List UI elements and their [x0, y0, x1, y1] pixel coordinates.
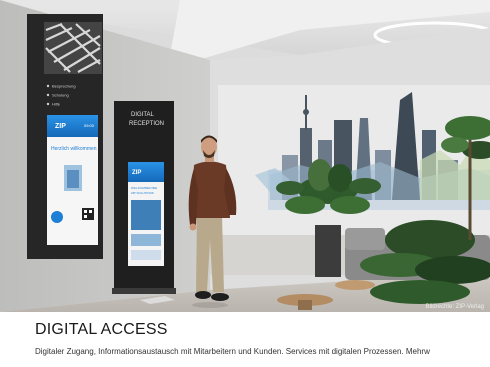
stele-left: Besprechung Schulung Hilfe ZIP 09:00 Her…	[27, 14, 103, 259]
stele-right-welcome-line2: ZIP SOLUTIONS	[131, 191, 154, 195]
stele-left-brand: ZIP	[55, 123, 66, 130]
stele-left-menu-item-2: Schulung	[52, 93, 69, 98]
office-scene: Besprechung Schulung Hilfe ZIP 09:00 Her…	[0, 0, 490, 312]
page-title: DIGITAL ACCESS	[35, 321, 168, 338]
stele-right-welcome-line1: WILLKOMMEN BEI	[131, 186, 157, 190]
stele-left-menu-item-1: Besprechung	[52, 84, 76, 89]
stele-left-menu-item-3: Hilfe	[52, 102, 61, 107]
stele-left-greeting: Herzlich willkommen	[51, 146, 97, 152]
stele-right-header-line2: RECEPTION	[129, 121, 164, 127]
stele-left-action-icon	[51, 211, 63, 223]
svg-text:09:00: 09:00	[84, 123, 95, 128]
page-description: Digitaler Zugang, Informationsaustausch …	[35, 347, 430, 356]
qr-code-icon	[82, 208, 94, 220]
photo-credit: Bildrechte: ZIP-Verlag	[426, 304, 484, 310]
stele-right-brand: ZIP	[132, 170, 141, 176]
stele-right: DIGITAL RECEPTION ZIP WILLKOMMEN BEI ZIP…	[112, 101, 176, 294]
stele-right-header-line1: DIGITAL	[131, 112, 155, 118]
hero-image: Besprechung Schulung Hilfe ZIP 09:00 Her…	[0, 0, 490, 312]
planter	[315, 225, 341, 277]
